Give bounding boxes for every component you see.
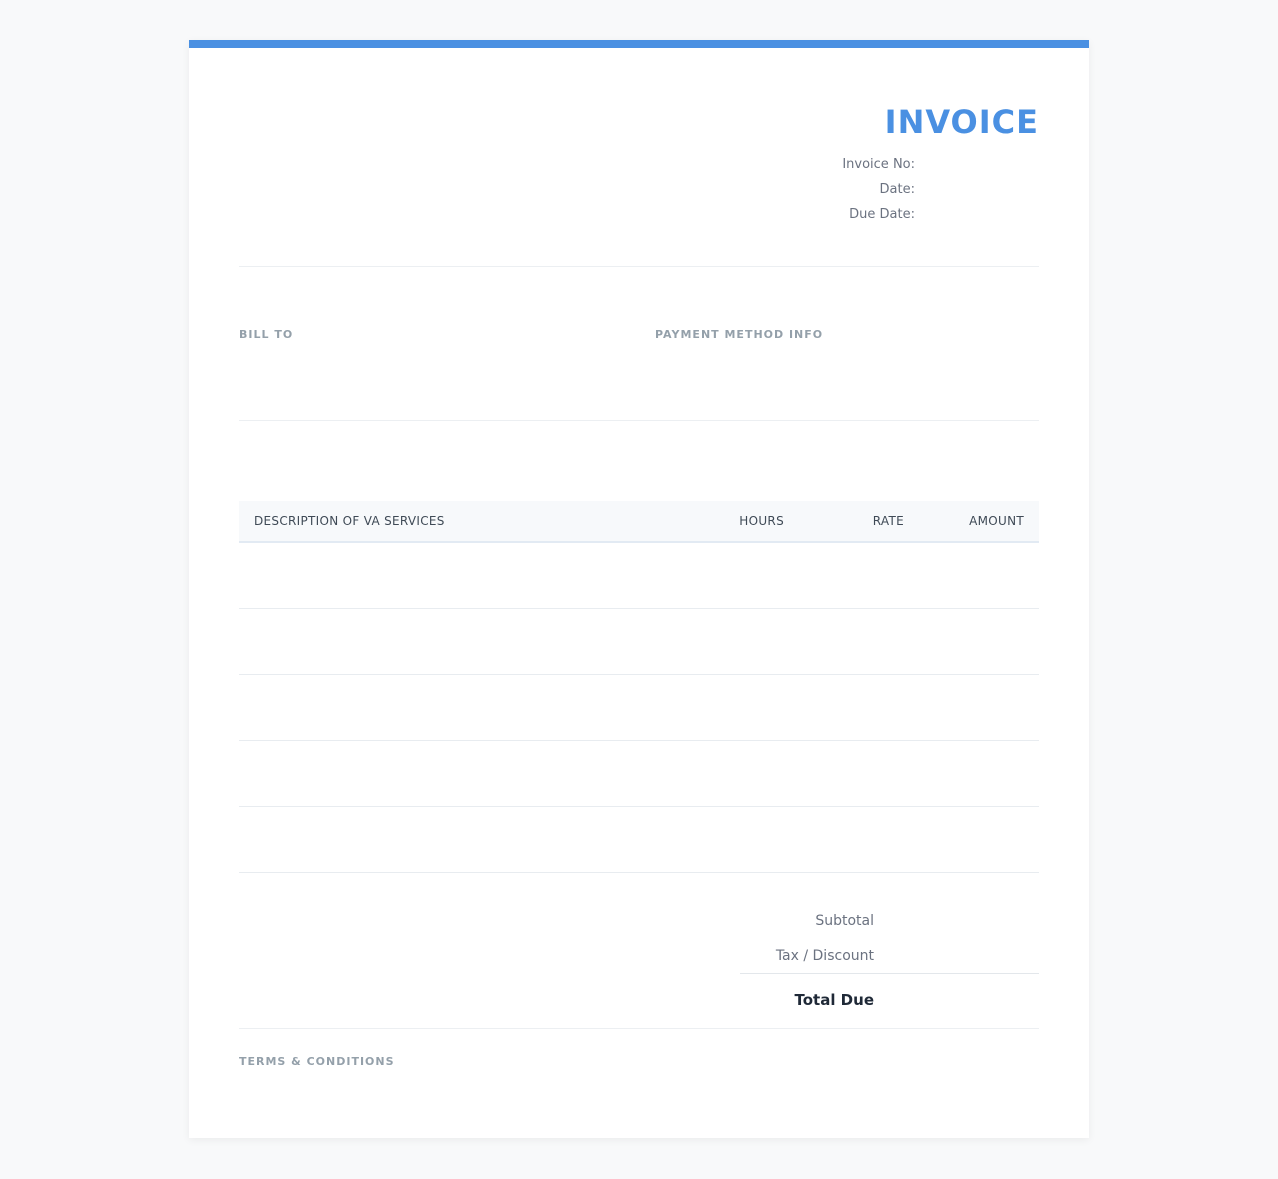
invoice-meta: Invoice No: Date: Due Date:: [842, 152, 915, 227]
invoice-number-label: Invoice No:: [842, 157, 915, 172]
table-row: [239, 675, 1039, 741]
payment-method-label: PAYMENT METHOD INFO: [655, 328, 824, 341]
table-row: [239, 807, 1039, 873]
divider: [239, 266, 1039, 267]
column-description: DESCRIPTION OF VA SERVICES: [254, 514, 445, 528]
total-due-label: Total Due: [794, 991, 874, 1009]
terms-label: TERMS & CONDITIONS: [239, 1055, 395, 1068]
services-table-header: DESCRIPTION OF VA SERVICES HOURS RATE AM…: [239, 501, 1039, 543]
column-amount: AMOUNT: [969, 514, 1024, 528]
invoice-date-label: Date:: [879, 182, 915, 197]
invoice-page: INVOICE Invoice No: Date: Due Date: BILL…: [189, 40, 1089, 1138]
column-rate: RATE: [872, 514, 904, 528]
subtotal-label: Subtotal: [815, 913, 874, 929]
column-hours: HOURS: [739, 514, 784, 528]
divider: [239, 1028, 1039, 1029]
bill-to-label: BILL TO: [239, 328, 294, 341]
table-row: [239, 543, 1039, 609]
accent-bar: [189, 40, 1089, 48]
invoice-title: INVOICE: [884, 103, 1039, 141]
due-date-label: Due Date:: [849, 207, 915, 222]
table-row: [239, 741, 1039, 807]
totals-divider: [740, 973, 1039, 974]
divider: [239, 420, 1039, 421]
table-row: [239, 609, 1039, 675]
tax-discount-label: Tax / Discount: [775, 948, 874, 964]
